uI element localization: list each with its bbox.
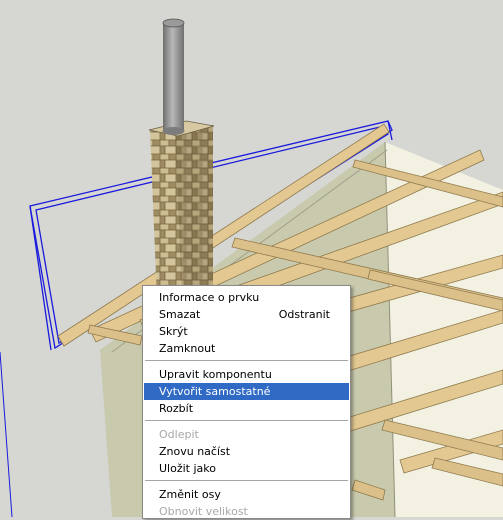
menu-item-label: Odlepit — [159, 428, 199, 441]
menu-item-label: Obnovit velikost — [159, 505, 248, 518]
menu-separator — [145, 360, 348, 361]
menu-item-label: Uložit jako — [159, 462, 216, 475]
context-menu: Informace o prvku Smazat Odstranit Skrýt … — [142, 285, 351, 519]
menu-item-hide[interactable]: Skrýt — [143, 323, 350, 340]
menu-item-label: Změnit osy — [159, 488, 221, 501]
menu-item-label: Rozbít — [159, 402, 194, 415]
stone-chimney — [148, 120, 215, 300]
menu-item-unglue[interactable]: Odlepit — [143, 426, 350, 443]
menu-item-label: Zamknout — [159, 342, 216, 355]
chimney-pipe — [162, 18, 185, 135]
menu-item-label: Informace o prvku — [159, 291, 260, 304]
menu-item-label: Smazat — [159, 308, 201, 321]
menu-item-make-unique[interactable]: Vytvořit samostatné — [144, 383, 349, 400]
menu-item-label: Vytvořit samostatné — [159, 385, 271, 398]
menu-item-label: Znovu načíst — [159, 445, 231, 458]
menu-item-explode[interactable]: Rozbít — [143, 400, 350, 417]
menu-item-lock[interactable]: Zamknout — [143, 340, 350, 357]
menu-item-reload[interactable]: Znovu načíst — [143, 443, 350, 460]
menu-item-save-as[interactable]: Uložit jako — [143, 460, 350, 477]
menu-item-edit-component[interactable]: Upravit komponentu — [143, 366, 350, 383]
menu-item-erase[interactable]: Smazat Odstranit — [143, 306, 350, 323]
menu-item-change-axes[interactable]: Změnit osy — [143, 486, 350, 503]
menu-item-shortcut: Odstranit — [278, 308, 330, 321]
menu-item-label: Upravit komponentu — [159, 368, 272, 381]
menu-separator — [145, 480, 348, 481]
menu-item-label: Skrýt — [159, 325, 188, 338]
menu-separator — [145, 420, 348, 421]
axis-line — [0, 351, 13, 517]
menu-item-entity-info[interactable]: Informace o prvku — [143, 289, 350, 306]
menu-item-reset-scale[interactable]: Obnovit velikost — [143, 503, 350, 520]
